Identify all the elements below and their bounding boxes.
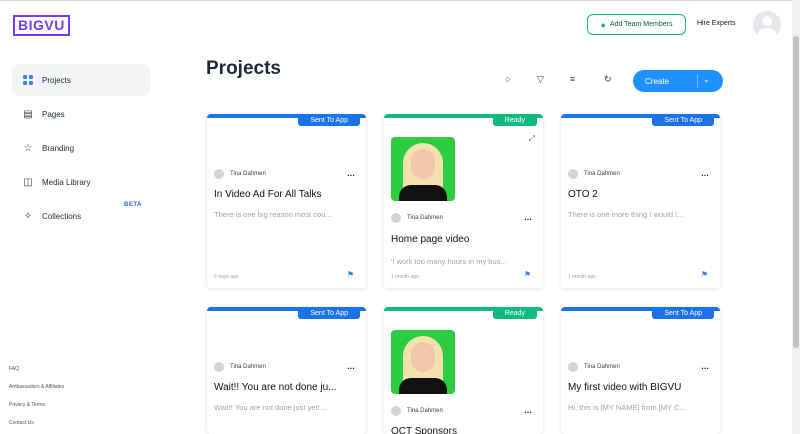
card-description: 'I work too many hours in my bus... (391, 257, 507, 266)
bigvu-logo[interactable]: BIGVU (13, 15, 70, 36)
card-title[interactable]: Wait!! You are not done ju... (214, 382, 362, 393)
owner-avatar (214, 362, 224, 372)
sidebar-item-projects[interactable]: Projects (12, 64, 150, 96)
star-icon: ☆ (23, 142, 33, 154)
footer-link-ambassadors[interactable]: Ambassadors & Affiliates (9, 384, 64, 390)
owner: Tina Dahmen (391, 406, 443, 416)
grid-icon (22, 74, 34, 86)
card-title[interactable]: My first video with BIGVU (568, 382, 716, 393)
owner-avatar (391, 406, 401, 416)
pages-icon: ▤ (23, 108, 33, 120)
sidebar-item-media-library[interactable]: ◫ Media Library (12, 166, 150, 198)
owner: Tina Dahmen (391, 213, 443, 223)
card-title[interactable]: Home page video (391, 234, 539, 245)
owner: Tina Dahmen (214, 169, 266, 179)
footer-link-faq[interactable]: FAQ (9, 366, 19, 372)
create-button[interactable]: Create ⌄ (633, 70, 723, 92)
owner-avatar (568, 362, 578, 372)
card-description: There is one more thing I would l... (568, 210, 684, 219)
video-thumbnail[interactable] (391, 137, 455, 201)
video-thumbnail[interactable] (391, 330, 455, 394)
card-description: Hi, this is [MY NAME] from [MY C... (568, 403, 686, 412)
owner: Tina Dahmen (568, 169, 620, 179)
footer-link-privacy[interactable]: Privacy & Terms (9, 402, 45, 408)
create-label: Create (645, 76, 670, 86)
card-title[interactable]: OTO 2 (568, 189, 716, 200)
owner: Tina Dahmen (568, 362, 620, 372)
owner-name: Tina Dahmen (230, 364, 266, 370)
status-badge: Sent To App (298, 307, 360, 319)
owner-avatar (568, 169, 578, 179)
sidebar-item-label: Projects (42, 75, 71, 85)
collections-icon: ✧ (23, 210, 33, 222)
owner-avatar (391, 213, 401, 223)
project-card[interactable]: Ready Tina Dahmen … OCT Sponsors (384, 307, 543, 434)
search-icon[interactable]: ○ (505, 74, 510, 84)
owner-name: Tina Dahmen (407, 408, 443, 414)
card-title[interactable]: OCT Sponsors (391, 426, 539, 434)
sidebar-item-branding[interactable]: ☆ Branding (12, 132, 150, 164)
user-avatar[interactable] (753, 11, 781, 39)
card-date: 1 month ago (568, 274, 596, 280)
page-title: Projects (206, 58, 281, 79)
more-options-icon[interactable]: … (347, 362, 356, 371)
status-badge: Sent To App (652, 114, 714, 126)
sidebar-item-label: Branding (42, 143, 75, 153)
more-options-icon[interactable]: … (524, 406, 533, 415)
owner-name: Tina Dahmen (407, 215, 443, 221)
filter-icon[interactable]: ▽ (537, 74, 544, 85)
footer-link-contact[interactable]: Contact Us (9, 420, 34, 426)
more-options-icon[interactable]: … (524, 213, 533, 222)
project-card[interactable]: Sent To App Tina Dahmen … My first video… (561, 307, 720, 434)
owner: Tina Dahmen (214, 362, 266, 372)
sidebar-item-label: Media Library (42, 177, 91, 187)
card-date: 6 days ago (214, 274, 239, 280)
add-team-members-label: Add Team Members (609, 21, 673, 28)
sidebar-item-pages[interactable]: ▤ Pages (12, 98, 150, 130)
flag-icon[interactable]: ⚑ (524, 270, 531, 279)
scrollbar-thumb[interactable] (793, 36, 799, 348)
more-options-icon[interactable]: … (701, 362, 710, 371)
card-description: There is one big reason most cou... (214, 210, 332, 219)
more-options-icon[interactable]: … (347, 169, 356, 178)
beta-badge: BETA (124, 202, 142, 208)
add-team-members-button[interactable]: ● Add Team Members (587, 14, 686, 35)
user-icon: ● (600, 19, 606, 30)
project-card[interactable]: Sent To App Tina Dahmen … Wait!! You are… (207, 307, 366, 434)
owner-name: Tina Dahmen (584, 171, 620, 177)
sidebar: Projects ▤ Pages ☆ Branding ◫ Media Libr… (0, 50, 160, 434)
more-options-icon[interactable]: … (701, 169, 710, 178)
expand-icon[interactable]: ⤢ (529, 134, 535, 144)
flag-icon[interactable]: ⚑ (347, 270, 354, 279)
card-date: 1 month ago (391, 274, 419, 280)
flag-icon[interactable]: ⚑ (701, 270, 708, 279)
project-card[interactable]: Sent To App Tina Dahmen … OTO 2 There is… (561, 114, 720, 288)
card-title[interactable]: In Video Ad For All Talks (214, 189, 362, 200)
status-badge: Sent To App (652, 307, 714, 319)
owner-name: Tina Dahmen (584, 364, 620, 370)
chevron-down-icon[interactable]: ⌄ (703, 75, 710, 84)
owner-avatar (214, 169, 224, 179)
media-library-icon: ◫ (23, 176, 33, 188)
scrollbar[interactable] (792, 0, 800, 434)
sort-icon[interactable]: ≡ (570, 74, 575, 84)
top-bar: BIGVU ● Add Team Members Hire Experts (0, 0, 792, 50)
status-badge: Ready (492, 307, 537, 319)
sidebar-item-label: Collections (42, 211, 82, 221)
card-description: Wait!! You are not done just yet! ... (214, 403, 328, 412)
hire-experts-link[interactable]: Hire Experts (697, 20, 736, 27)
sidebar-item-label: Pages (42, 109, 65, 119)
project-card[interactable]: Ready ⤢ Tina Dahmen … Home page video 'I… (384, 114, 543, 288)
owner-name: Tina Dahmen (230, 171, 266, 177)
status-badge: Ready (492, 114, 537, 126)
refresh-icon[interactable]: ↻ (604, 74, 612, 85)
project-card[interactable]: Sent To App Tina Dahmen … In Video Ad Fo… (207, 114, 366, 288)
status-badge: Sent To App (298, 114, 360, 126)
